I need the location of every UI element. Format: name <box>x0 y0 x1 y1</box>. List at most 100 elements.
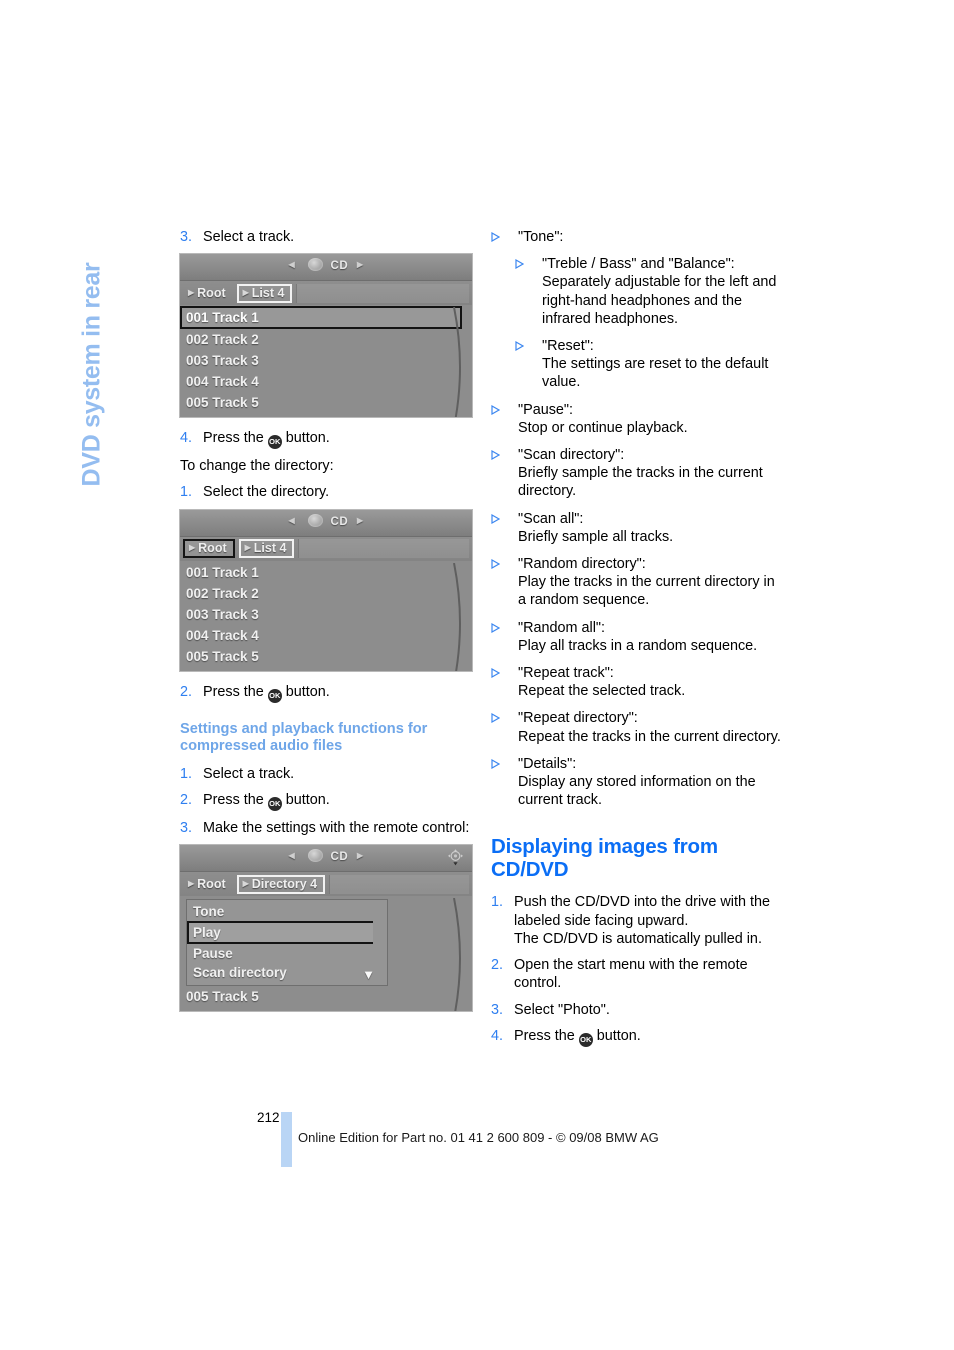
step-settings-3: 3. Make the settings with the remote con… <box>180 819 475 837</box>
bullet-body: "Pause": Stop or continue playback. <box>518 401 786 437</box>
bullet-title: "Scan directory": <box>518 447 625 464</box>
bullet-pause: "Pause": Stop or continue playback. <box>491 401 786 437</box>
list-item[interactable]: 005 Track 5 <box>180 392 472 413</box>
scrollbar[interactable] <box>452 562 468 671</box>
list-item[interactable]: 001 Track 1 <box>180 562 472 583</box>
triangle-bullet-icon <box>491 664 518 700</box>
list-item[interactable]: 005 Track 5 <box>180 646 472 667</box>
list-item[interactable]: 004 Track 4 <box>180 371 472 392</box>
step-press-ok-photo: 4. Press the OK button. <box>491 1027 786 1047</box>
step-number: 3. <box>491 1001 504 1018</box>
source-label: CD <box>330 260 349 273</box>
breadcrumb-label: Directory 4 <box>251 876 318 891</box>
right-column: "Tone": "Treble / Bass" and "Balance": S… <box>491 228 786 1055</box>
step-number: 2. <box>180 791 193 808</box>
step-text-pre: Press the <box>203 683 264 700</box>
breadcrumb-label: Root <box>197 876 226 891</box>
step-number: 2. <box>180 683 193 700</box>
step-push-disc: 1. Push the CD/DVD into the drive with t… <box>491 893 786 948</box>
bullet-description: Separately adjustable for the left and r… <box>542 274 777 327</box>
side-tab: DVD system in rear <box>0 0 954 1350</box>
scrollbar[interactable] <box>452 307 468 418</box>
step-text-post: button. <box>285 430 330 447</box>
bullet-title: "Random directory": <box>518 556 646 573</box>
bullet-title: "Treble / Bass" and "Balance": <box>542 256 735 273</box>
list-item[interactable]: 002 Track 2 <box>180 583 472 604</box>
step-text: Select a track. <box>203 765 295 782</box>
breadcrumb-root[interactable]: ▶ Root <box>183 876 233 893</box>
breadcrumb-label: Root <box>197 285 226 300</box>
list-item[interactable]: 003 Track 3 <box>180 604 472 625</box>
bullet-description: Stop or continue playback. <box>518 419 688 436</box>
bullet-body: "Repeat track": Repeat the selected trac… <box>518 664 786 700</box>
footer-accent-bar <box>281 1112 292 1167</box>
step-select-track: 3. Select a track. <box>180 228 475 246</box>
joystick-icon[interactable] <box>446 848 465 867</box>
bullet-body: "Reset": The settings are reset to the d… <box>542 337 786 392</box>
step-select-directory: 1. Select the directory. <box>180 483 475 501</box>
triangle-bullet-icon <box>491 619 518 655</box>
breadcrumb-root[interactable]: ▶ Root <box>183 285 233 302</box>
breadcrumb-directory4[interactable]: ▶ Directory 4 <box>236 874 326 894</box>
bullet-repeat-track: "Repeat track": Repeat the selected trac… <box>491 664 786 700</box>
chevron-right-icon: ▶ <box>188 878 195 888</box>
step-number: 1. <box>180 484 193 501</box>
step-number: 4. <box>491 1027 504 1044</box>
page-heading-displaying-images: Displaying images from CD/DVD <box>491 835 718 881</box>
step-number: 1. <box>180 765 193 782</box>
breadcrumb-list4[interactable]: ▶ List 4 <box>236 283 293 303</box>
step-number: 4. <box>180 430 193 447</box>
menu-item-tone[interactable]: Tone <box>187 902 387 921</box>
scrollbar[interactable] <box>452 898 468 1012</box>
list-item[interactable]: 003 Track 3 <box>180 350 472 371</box>
breadcrumb-root[interactable]: ▶ Root <box>183 539 235 559</box>
source-label: CD <box>330 851 349 864</box>
bullet-random-directory: "Random directory": Play the tracks in t… <box>491 555 786 610</box>
step-text-post: button. <box>596 1027 641 1044</box>
disc-icon <box>307 849 323 863</box>
disc-icon <box>307 258 323 272</box>
bullet-title: "Repeat directory": <box>518 710 638 727</box>
bullet-description: Repeat the tracks in the current directo… <box>518 728 781 745</box>
ok-button-icon: OK <box>578 1032 593 1047</box>
menu-item-pause[interactable]: Pause <box>187 944 387 963</box>
ok-button-icon: OK <box>267 435 282 450</box>
step-number: 3. <box>180 229 193 245</box>
chevron-right-icon: ▶ <box>242 287 249 297</box>
step-open-start-menu: 2. Open the start menu with the remote c… <box>491 956 786 992</box>
menu-item-label: Scan directory <box>193 965 287 981</box>
bullet-title: "Reset": <box>542 338 594 355</box>
track-list: 001 Track 1 002 Track 2 003 Track 3 004 … <box>180 560 472 671</box>
menu-item-scan-directory[interactable]: Scan directory ▼ <box>187 963 387 982</box>
bullet-description: The settings are reset to the default va… <box>542 356 769 391</box>
playback-footer: 005 Track 5 <box>180 985 472 1012</box>
menu-popup: Tone Play Pause Scan directory ▼ <box>186 899 388 987</box>
step-text-post: button. <box>285 683 330 700</box>
step-text: Press the OK button. <box>203 791 475 811</box>
track-list: 001 Track 1 002 Track 2 003 Track 3 004 … <box>180 305 472 418</box>
chevron-right-icon: ▶ <box>189 543 196 553</box>
triangle-bullet-icon <box>491 446 518 501</box>
step-number: 1. <box>491 894 504 911</box>
breadcrumb: ▶ Root ▶ List 4 <box>180 535 472 561</box>
step-text-pre: Press the <box>203 791 264 808</box>
bullet-body: "Scan directory": Briefly sample the tra… <box>518 446 786 501</box>
step-text: Press the OK button. <box>203 683 475 703</box>
right-arrow-icon: ▶ <box>356 515 364 525</box>
bullet-details: "Details": Display any stored informatio… <box>491 755 786 810</box>
triangle-bullet-icon <box>491 228 518 246</box>
list-item[interactable]: 001 Track 1 <box>180 306 462 330</box>
menu-item-play[interactable]: Play <box>187 921 373 945</box>
list-item[interactable]: 004 Track 4 <box>180 625 472 646</box>
step-press-ok-1: 4. Press the OK button. <box>180 429 475 450</box>
list-item[interactable]: 002 Track 2 <box>180 329 472 350</box>
triangle-bullet-icon <box>491 709 518 745</box>
breadcrumb-list4[interactable]: ▶ List 4 <box>238 539 295 559</box>
bullet-title: "Details": <box>518 755 577 772</box>
bullet-body: "Random all": Play all tracks in a rando… <box>518 619 786 655</box>
step-text: Push the CD/DVD into the drive with the … <box>514 894 770 947</box>
left-arrow-icon: ◀ <box>288 851 296 861</box>
footer-text: Online Edition for Part no. 01 41 2 600 … <box>298 1130 659 1145</box>
source-label-row: ◀ CD ▶ <box>180 258 472 272</box>
bullet-description: Briefly sample the tracks in the current… <box>518 465 763 500</box>
